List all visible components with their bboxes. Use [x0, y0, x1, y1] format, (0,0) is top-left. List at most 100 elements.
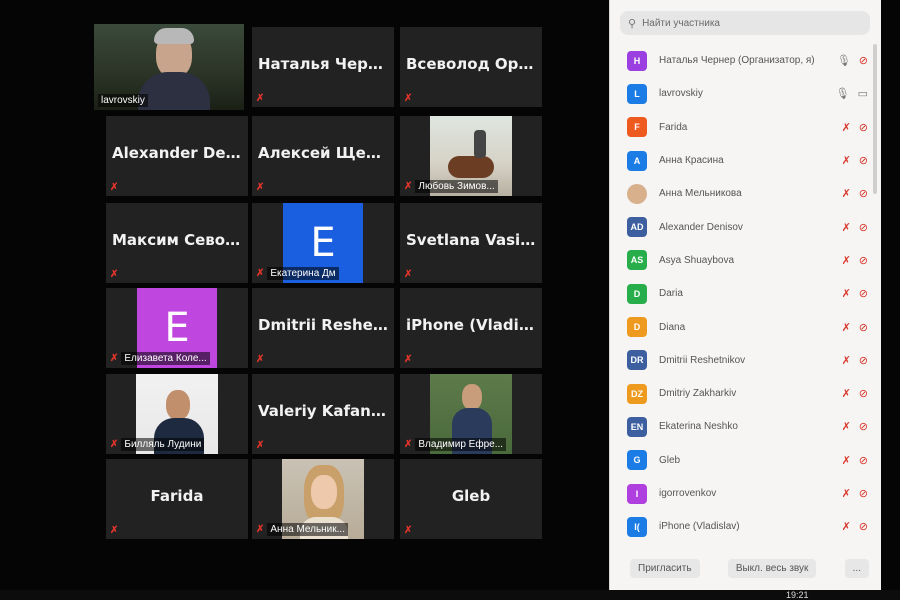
camera-off-icon[interactable]: ⊘ [859, 354, 868, 367]
mic-muted-icon: ✗ [404, 93, 413, 104]
tile-footer: ✗ [110, 525, 118, 536]
avatar: D [627, 283, 647, 304]
tile-footer-name: lavrovskiy [98, 94, 148, 107]
participant-row[interactable]: AD Alexander Denisov ✗ ⊘ [610, 210, 872, 243]
video-tile[interactable]: Farida ✗ [106, 459, 248, 539]
mic-muted-icon[interactable]: ✗ [842, 387, 851, 400]
avatar: EN [627, 416, 647, 437]
participant-name: Daria [659, 288, 683, 300]
video-tile[interactable]: ✗ Билляль Лудини [106, 374, 248, 454]
tile-footer: lavrovskiy [98, 94, 148, 107]
mic-icon[interactable]: 🎙 [837, 54, 851, 67]
video-tile[interactable]: ✗ Анна Мельник... [252, 459, 394, 539]
avatar [627, 183, 647, 204]
participant-row[interactable]: AS Asya Shuaybova ✗ ⊘ [610, 244, 872, 277]
video-tile[interactable]: E ✗ Елизавета Коле... [106, 288, 248, 368]
participant-name: igorrovenkov [659, 488, 717, 499]
mic-muted-icon[interactable]: ✗ [842, 420, 851, 433]
mic-muted-icon: ✗ [256, 354, 265, 365]
camera-icon[interactable]: ▭ [858, 87, 868, 100]
participant-row[interactable]: DZ Dmitriy Zakharkiv ✗ ⊘ [610, 377, 872, 410]
camera-off-icon[interactable]: ⊘ [859, 54, 868, 67]
camera-off-icon[interactable]: ⊘ [859, 454, 868, 467]
participant-row[interactable]: Llavrovskiy 🎙 ▭ [610, 77, 872, 110]
participant-row[interactable]: Iigorrovenkov ✗ ⊘ [610, 477, 872, 510]
tile-participant-name: Наталья Чернер [258, 55, 394, 73]
participant-row[interactable]: EN Ekaterina Neshko ✗ ⊘ [610, 410, 872, 443]
video-tile[interactable]: ✗ Любовь Зимов... [400, 116, 542, 196]
mic-muted-icon[interactable]: ✗ [842, 221, 851, 234]
avatar: DR [627, 350, 647, 371]
tile-footer: ✗ [256, 354, 264, 365]
mic-muted-icon[interactable]: ✗ [842, 520, 851, 533]
taskbar [0, 590, 900, 600]
camera-off-icon[interactable]: ⊘ [859, 287, 868, 300]
camera-off-icon[interactable]: ⊘ [859, 154, 868, 167]
participant-row[interactable]: D Daria ✗ ⊘ [610, 277, 872, 310]
camera-off-icon[interactable]: ⊘ [859, 221, 868, 234]
camera-off-icon[interactable]: ⊘ [859, 387, 868, 400]
search-input[interactable]: Найти участника [642, 18, 720, 29]
video-tile[interactable]: lavrovskiy [94, 24, 244, 110]
mute-all-button[interactable]: Выкл. весь звук [727, 559, 817, 578]
participant-row[interactable]: Н Наталья Чернер (Организатор, я) 🎙 ⊘ [610, 44, 872, 77]
tile-participant-name: Dmitrii Reshetni... [258, 316, 394, 334]
tile-participant-name: Всеволод Орлов [406, 55, 542, 73]
video-tile[interactable]: E ✗ Екатерина Дм [252, 203, 394, 283]
mic-muted-icon[interactable]: ✗ [842, 354, 851, 367]
participant-row[interactable]: DR Dmitrii Reshetnikov ✗ ⊘ [610, 344, 872, 377]
mic-muted-icon: ✗ [404, 269, 413, 280]
mic-muted-icon[interactable]: ✗ [842, 321, 851, 334]
participant-row[interactable]: Анна Мельникова ✗ ⊘ [610, 177, 872, 210]
video-tile[interactable]: Всеволод Орлов ✗ [400, 27, 542, 107]
participant-name: Ekaterina Neshko [659, 421, 738, 433]
video-tile[interactable]: Максим Севост... ✗ [106, 203, 248, 283]
camera-off-icon[interactable]: ⊘ [859, 420, 868, 433]
video-tile[interactable]: Алексей Щеглов ✗ [252, 116, 394, 196]
video-tile[interactable]: Alexander Deni... ✗ [106, 116, 248, 196]
video-tile[interactable]: iPhone (Vladislav) ✗ [400, 288, 542, 368]
mic-muted-icon[interactable]: ✗ [842, 254, 851, 267]
video-tile[interactable]: Наталья Чернер ✗ [252, 27, 394, 107]
video-tile[interactable]: Svetlana Vasilieva ✗ [400, 203, 542, 283]
participant-search[interactable]: ⚲ Найти участника [620, 11, 870, 35]
avatar: I( [627, 516, 647, 537]
camera-off-icon[interactable]: ⊘ [859, 487, 868, 500]
avatar: DZ [627, 383, 647, 404]
video-tile[interactable]: Valeriy Kafanov ✗ [252, 374, 394, 454]
camera-off-icon[interactable]: ⊘ [859, 520, 868, 533]
participant-status-icons: 🎙 ⊘ [837, 54, 868, 67]
video-tile[interactable]: Dmitrii Reshetni... ✗ [252, 288, 394, 368]
participant-status-icons: ✗ ⊘ [842, 221, 868, 234]
mic-muted-icon[interactable]: ✗ [842, 187, 851, 200]
participant-name: Diana [659, 321, 686, 333]
camera-off-icon[interactable]: ⊘ [859, 321, 868, 334]
camera-off-icon[interactable]: ⊘ [859, 187, 868, 200]
tile-footer: ✗ [404, 354, 412, 365]
mic-muted-icon[interactable]: ✗ [842, 154, 851, 167]
mic-icon[interactable]: 🎙 [836, 87, 850, 100]
participant-status-icons: ✗ ⊘ [842, 520, 868, 533]
mic-muted-icon[interactable]: ✗ [842, 487, 851, 500]
participant-row[interactable]: А Анна Красина ✗ ⊘ [610, 144, 872, 177]
tile-participant-name: Alexander Deni... [112, 144, 248, 162]
video-tile[interactable]: Gleb ✗ [400, 459, 542, 539]
avatar: G [627, 450, 647, 471]
participant-row[interactable]: F Farida ✗ ⊘ [610, 111, 872, 144]
participant-row[interactable]: D Diana ✗ ⊘ [610, 310, 872, 343]
mic-muted-icon[interactable]: ✗ [842, 287, 851, 300]
mic-muted-icon[interactable]: ✗ [842, 454, 851, 467]
invite-button[interactable]: Пригласить [630, 559, 700, 578]
mic-muted-icon: ✗ [404, 439, 413, 450]
mic-muted-icon: ✗ [110, 182, 119, 193]
participants-scrollbar[interactable] [873, 44, 877, 194]
camera-off-icon[interactable]: ⊘ [859, 121, 868, 134]
more-button[interactable]: ... [844, 559, 869, 578]
participant-row[interactable]: I(iPhone (Vladislav) ✗ ⊘ [610, 510, 872, 543]
avatar: Н [627, 50, 647, 71]
video-tile[interactable]: ✗ Владимир Ефре... [400, 374, 542, 454]
participant-row[interactable]: G Gleb ✗ ⊘ [610, 444, 872, 477]
mic-muted-icon: ✗ [256, 268, 265, 279]
mic-muted-icon[interactable]: ✗ [842, 121, 851, 134]
camera-off-icon[interactable]: ⊘ [859, 254, 868, 267]
